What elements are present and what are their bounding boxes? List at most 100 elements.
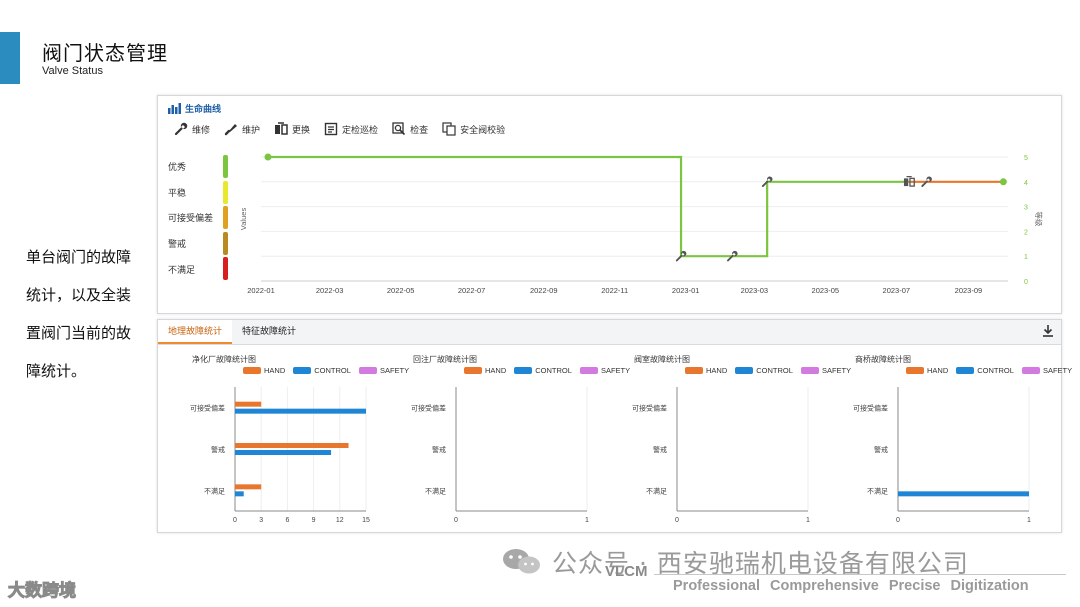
legend-item-control[interactable]: CONTROL [956,366,1014,375]
legend-item-hand[interactable]: HAND [243,366,285,375]
category-label: 可接受偏差 [632,404,667,413]
x-tick-label: 0 [896,517,900,524]
tab-feature-fault-stats[interactable]: 特征故障统计 [232,320,306,344]
life-curve-title: 生命曲线 [185,105,222,115]
stats-tabs: 地理故障统计 特征故障统计 [158,320,1061,345]
bar-chart-icon [168,103,181,114]
legend-item-hand[interactable]: HAND [685,366,727,375]
category-label: 警戒 [432,445,446,454]
legend-swatch [243,367,261,374]
wechat-icon [503,549,540,574]
x-tick-label: 0 [233,517,237,524]
legend-label: CONTROL [314,366,351,375]
legend-item-control[interactable]: CONTROL [514,366,572,375]
level-color-swatch [223,180,228,204]
bar-control[interactable] [235,491,244,497]
legend-swatch [579,367,598,374]
legend-label: HAND [927,366,949,375]
toolbar-item-brush[interactable]: 维护 [224,122,260,136]
legend-swatch [464,367,482,374]
fault-chart-4: 0 1 可接受偏差 警戒 不满足 商桥故障统计图 HAND CONTROL SAFETY [821,347,1072,532]
footer-tagline: Professional Comprehensive Precise Digit… [673,578,1029,594]
legend-item-control[interactable]: CONTROL [293,366,351,375]
x-tick-label: 15 [362,517,370,524]
toolbar-item-wrench[interactable]: 维修 [174,122,210,136]
x-tick-label: 6 [285,517,289,524]
toolbar-item-inspection[interactable]: 定检巡检 [324,122,378,136]
legend-swatch [956,367,975,374]
corner-watermark: 大数跨境 [8,581,77,602]
y-tick-label: 4 [1024,180,1028,187]
x-tick-label: 2023-07 [883,286,911,295]
legend-label: HAND [485,366,507,375]
curve-end-point [999,178,1007,186]
y-tick-label: 5 [1024,155,1028,162]
replace-icon [275,122,288,135]
y-tick-label: 0 [1024,279,1028,286]
copy-verify-icon [442,122,456,136]
y-tick-label: 1 [1024,254,1028,261]
x-tick-label: 9 [312,517,316,524]
legend-item-hand[interactable]: HAND [464,366,506,375]
level-color-swatch [223,155,228,178]
bar-control[interactable] [235,408,366,414]
x-tick-label: 2023-05 [812,286,840,295]
fault-chart-title: 回注厂故障统计图 [413,355,477,364]
x-tick-label: 2022-07 [458,286,486,295]
legend-swatch [906,367,924,374]
footer-brand: VLCM [605,563,648,580]
legend-label: CONTROL [977,366,1014,375]
y2-axis-label: 等级 [1034,212,1044,227]
page-title: 阀门状态管理 [42,41,168,65]
legend-swatch [514,367,533,374]
toolbar-item-copy-verify[interactable]: 安全阀校验 [442,122,505,136]
category-label: 不满足 [204,486,225,495]
legend-swatch [358,367,377,374]
fault-chart-title: 阀室故障统计图 [634,355,690,364]
toolbar-item-replace[interactable]: 更换 [274,122,310,136]
tab-geo-fault-stats[interactable]: 地理故障统计 [158,320,233,344]
toolbar-item-check-search[interactable]: 检查 [392,122,428,136]
bar-control[interactable] [235,450,332,455]
x-tick-label: 2023-09 [955,286,983,295]
legend-item-safety[interactable]: SAFETY [1021,366,1073,375]
legend-label: SAFETY [1042,366,1073,375]
wrench-icon [675,250,687,262]
x-tick-label: 2022-03 [316,286,344,295]
life-curve-panel: 0 1 2 3 4 5 2022-01 2022-03 2022-05 2022-07 2022-0… [157,95,1062,314]
x-tick-label: 2022-01 [247,286,275,295]
x-tick-label: 12 [336,517,344,524]
category-label: 不满足 [646,486,667,495]
level-legend: 优秀 平稳 可接受偏差 警戒 不满足 [168,154,230,282]
x-tick-label: 2023-01 [672,286,700,295]
legend-item-hand[interactable]: HAND [906,366,948,375]
bar-hand[interactable] [235,401,262,407]
level-item: 平稳 [168,180,230,206]
check-search-icon [392,122,406,136]
fault-chart-title: 净化厂故障统计图 [192,355,256,364]
title-accent-bar [0,32,20,84]
life-curve-header: 生命曲线 [168,102,221,115]
level-color-swatch [223,231,228,255]
category-label: 警戒 [653,445,667,454]
legend-label: CONTROL [535,366,572,375]
bar-control[interactable] [898,491,1029,497]
toolbar-label: 检查 [410,125,429,136]
toolbar-label: 维护 [242,125,261,136]
bar-hand[interactable] [235,443,349,448]
legend-swatch [293,367,312,374]
event-marker[interactable] [675,250,687,262]
level-label: 平稳 [168,188,187,199]
page-subtitle: Valve Status [42,65,103,77]
fault-chart-legend: HAND CONTROL SAFETY [906,366,1072,375]
category-label: 警戒 [211,445,225,454]
legend-item-control[interactable]: CONTROL [735,366,793,375]
x-tick-label: 1 [1027,517,1031,524]
fault-stats-panel: 地理故障统计 特征故障统计 0 3 6 9 12 15 可接受偏差 警戒 不满足 净化厂故障统计图… [157,319,1072,533]
toolbar-label: 定检巡检 [342,125,379,136]
bar-hand[interactable] [235,484,262,490]
download-icon[interactable] [1041,324,1055,338]
fault-chart-2: 0 1 可接受偏差 警戒 不满足 回注厂故障统计图 HAND CONTROL SAFETY [379,347,630,532]
category-label: 可接受偏差 [411,404,446,413]
y-tick-label: 2 [1024,229,1028,236]
